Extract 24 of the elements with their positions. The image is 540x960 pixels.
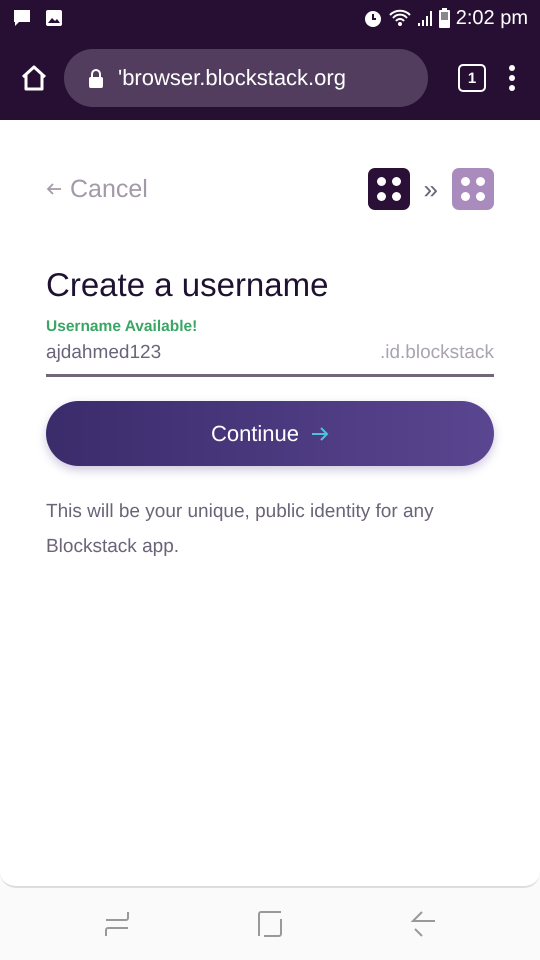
- signal-icon: [416, 9, 433, 27]
- recent-apps-icon[interactable]: [104, 911, 130, 937]
- image-icon: [46, 10, 62, 26]
- app-logo-icon: [368, 168, 410, 210]
- availability-message: Username Available!: [46, 318, 198, 336]
- address-bar[interactable]: 'browser.blockstack.org: [64, 49, 428, 107]
- status-time: 2:02 pm: [456, 6, 528, 30]
- arrow-left-icon: [46, 182, 62, 196]
- arrow-right-icon: [311, 426, 330, 442]
- back-icon[interactable]: [410, 911, 436, 937]
- message-icon: [12, 8, 32, 28]
- app-logo-icon: [452, 168, 494, 210]
- wifi-icon: [388, 9, 411, 27]
- step-separator: »: [424, 174, 438, 204]
- url-text: 'browser.blockstack.org: [118, 65, 346, 91]
- home-icon[interactable]: [20, 64, 48, 92]
- page-title: Create a username: [46, 266, 330, 304]
- domain-suffix: .id.blockstack: [380, 342, 494, 364]
- battery-icon: [438, 8, 450, 28]
- lock-icon: [88, 68, 104, 88]
- description-text: This will be your unique, public identity for any Blockstack app.: [46, 500, 435, 559]
- alarm-icon: [362, 8, 383, 28]
- tab-count-button[interactable]: 1: [458, 64, 486, 92]
- continue-button[interactable]: Continue: [46, 401, 494, 466]
